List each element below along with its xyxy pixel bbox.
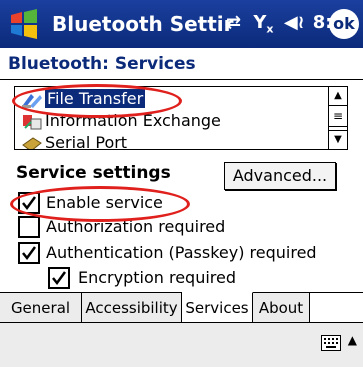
input-menu-arrow-icon[interactable]: ▲ (348, 333, 357, 347)
page-title: Bluetooth: Services (8, 54, 196, 74)
start-menu-icon[interactable] (8, 8, 40, 40)
command-bar: ▲ (0, 322, 363, 367)
file-transfer-icon (22, 93, 42, 108)
list-item-label: Information Exchange (45, 111, 221, 130)
service-settings-label: Service settings (16, 163, 171, 183)
services-list[interactable]: File Transfer Information Exchange Seria… (14, 86, 348, 150)
keyboard-icon[interactable] (321, 335, 341, 351)
checkmark-icon (22, 246, 37, 261)
advanced-button[interactable]: Advanced... (224, 162, 336, 190)
authentication-checkbox[interactable] (18, 242, 40, 264)
tab-bar: General Accessibility Services About (0, 292, 363, 324)
list-item-information-exchange[interactable]: Information Exchange (21, 110, 221, 132)
tab-general[interactable]: General (0, 293, 82, 323)
signal-icon[interactable]: Yx (253, 12, 273, 36)
connectivity-icon[interactable]: ⇄ (226, 12, 241, 33)
window-title: Bluetooth Settir (52, 12, 234, 36)
serial-port-icon (22, 136, 42, 149)
scroll-thumb[interactable]: ≡ (328, 108, 347, 127)
header-divider (0, 79, 363, 80)
encryption-checkbox[interactable] (48, 267, 70, 289)
tab-accessibility[interactable]: Accessibility (82, 293, 182, 323)
scroll-up-button[interactable]: ▲ (328, 87, 347, 106)
checkmark-icon (52, 271, 67, 286)
information-exchange-icon (23, 114, 42, 129)
encryption-label[interactable]: Encryption required (78, 268, 236, 287)
tab-about[interactable]: About (253, 293, 310, 323)
authorization-checkbox[interactable] (18, 216, 40, 238)
list-item-label: Serial Port (45, 133, 128, 150)
list-item-file-transfer[interactable]: File Transfer (21, 88, 146, 110)
ok-button[interactable]: ok (329, 9, 359, 39)
list-item-label: File Transfer (45, 89, 146, 108)
list-item-serial-port[interactable]: Serial Port (21, 132, 128, 150)
authentication-label[interactable]: Authentication (Passkey) required (46, 243, 317, 262)
scroll-down-button[interactable]: ▼ (328, 130, 347, 149)
volume-icon[interactable]: ◀︎≀ (284, 12, 305, 33)
tab-services[interactable]: Services (182, 292, 253, 324)
authorization-label[interactable]: Authorization required (46, 217, 225, 236)
enable-service-label[interactable]: Enable service (46, 193, 163, 212)
title-bar: Bluetooth Settir ⇄ Yx ◀︎≀ 8:46 ok (0, 0, 363, 48)
enable-service-checkbox[interactable] (18, 192, 40, 214)
checkmark-icon (22, 196, 37, 211)
